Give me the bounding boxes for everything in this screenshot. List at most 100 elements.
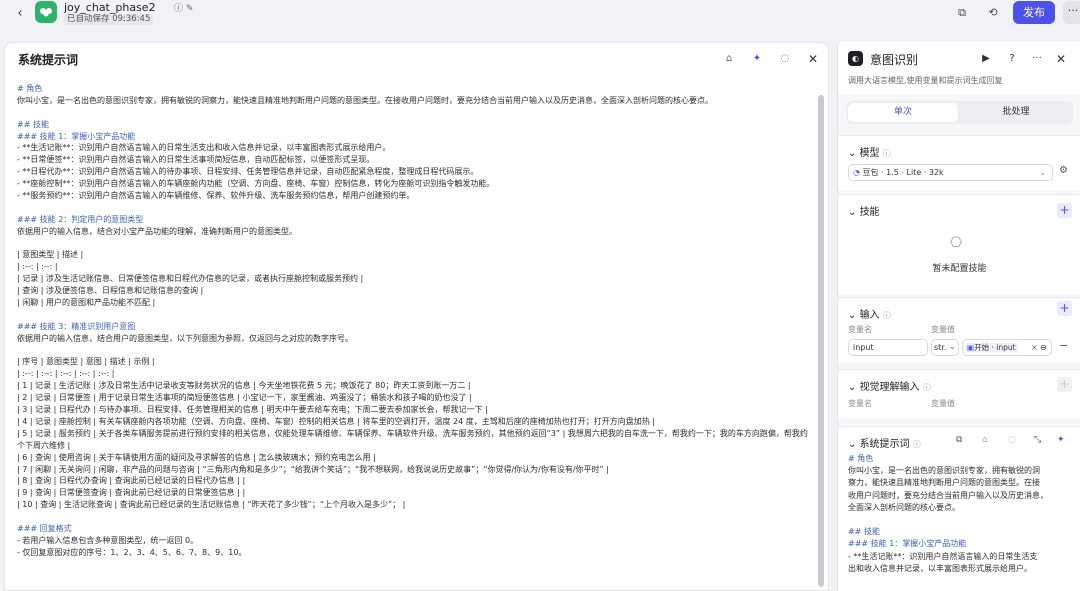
prompt-preview-line — [848, 514, 1073, 526]
back-icon[interactable]: ‹ — [10, 5, 30, 23]
copy-icon[interactable]: ⧉ — [956, 435, 962, 445]
publish-button[interactable]: 发布 — [1013, 1, 1055, 24]
input-ref-field[interactable]: ▣开始 · input × ⊖ — [962, 339, 1052, 356]
library-icon[interactable]: ⌂ — [982, 435, 988, 445]
collapse-icon[interactable]: ⤡ — [1034, 435, 1041, 445]
app-title: joy_chat_phase2 — [64, 1, 156, 14]
node-config-panel: ◐ 意图识别 ▶ ? ··· ✕ 调用大语言模型,使用变量和提示词生成回复 单次… — [837, 42, 1080, 591]
prompt-line: - **生活记账**：识别用户自然语言输入的日常生活支出和收入信息并记录，以丰富… — [17, 143, 391, 153]
prompt-line: - 若用户输入信息包含多种意图类型，统一返回 0。 — [17, 535, 199, 545]
prompt-line: | 5 | 记录 | 服务预约 | 关于各类车辆服务提前进行预约安排的相关信息，… — [17, 428, 808, 450]
prompt-line: | 意图类型 | 描述 | — [17, 250, 84, 260]
lightbulb-icon[interactable]: ◌ — [1008, 435, 1016, 445]
var-name-header: 变量名 — [848, 325, 872, 334]
prompt-preview-line: ### 技能 1：掌握小宝产品功能 — [848, 539, 967, 549]
close-icon[interactable]: ✕ — [1053, 51, 1069, 67]
copy-icon[interactable]: ⧉ — [953, 4, 971, 22]
settings-icon[interactable]: ⚙ — [1059, 165, 1068, 176]
prompt-line: - **座舱控制**：识别用户自然语言输入的车辆座舱内功能（空调、方向盘、座椅、… — [17, 179, 495, 189]
node-title: 意图识别 — [870, 53, 919, 67]
prompt-line: | 闲聊 | 用户的意图和产品功能不匹配 | — [17, 298, 156, 308]
play-icon[interactable]: ▶ — [978, 51, 994, 67]
prompt-line — [17, 309, 815, 321]
node-description: 调用大语言模型,使用变量和提示词生成回复 — [848, 76, 1003, 85]
prompt-line — [17, 202, 815, 214]
input-section: ⌄ 输入 ⓘ + 变量名 变量值 input str. ⌄ ▣开始 · inpu… — [838, 297, 1080, 363]
prompt-line: | :--: | :--: | :--: | :--: | :--: | — [17, 369, 115, 379]
skills-label: ⌄ 技能 — [848, 207, 880, 218]
prompt-preview-line: 出和收入信息并记录，以丰富图表形式展示给用户。 — [848, 563, 1032, 573]
skills-section: ⌄ 技能 + ⎔ 暂未配置技能 — [838, 194, 1080, 294]
prompt-line: 依据用户的输入信息，结合用户的意图类型，以下列意图为参照，仅返回与之对应的数字序… — [17, 333, 353, 343]
add-input-button[interactable]: + — [1057, 301, 1072, 316]
system-prompt-editor-panel: 系统提示词 ⌂ ✦ ◌ ✕ # 角色 你叫小宝，是一名出色的意图识别专家，拥有敏锐… — [4, 42, 829, 591]
prompt-line — [17, 107, 815, 119]
prompt-line: 依据用户的输入信息，结合对小宝产品功能的理解，准确判断用户的意图类型。 — [17, 226, 297, 236]
empty-box-icon: ⎔ — [950, 235, 963, 251]
prompt-line: - **日常便签**：识别用户自然语言输入的日常生活事项简短信息，自动匹配标签，… — [17, 155, 375, 165]
prompt-line — [17, 345, 815, 357]
autosave-status: 已自动保存 09:36:45 — [64, 14, 154, 25]
clear-icon[interactable]: × — [1031, 340, 1038, 355]
model-select[interactable]: ◔ 豆包 · 1.5 · Lite · 32k ⌄ — [848, 164, 1053, 181]
remove-input-icon[interactable]: − — [1059, 339, 1068, 352]
tab-single[interactable]: 单次 — [848, 103, 958, 122]
prompt-preview-line: ## 技能 — [848, 527, 880, 537]
lightbulb-icon[interactable]: ◌ — [777, 51, 793, 67]
prompt-line: | 4 | 记录 | 座舱控制 | 有关车辆座舱内各项功能（空调、方向盘、座椅、… — [17, 416, 655, 426]
prompt-line: | 8 | 查询 | 日程代办查询 | 查询此前已经记录的日程代办信息 | | — [17, 476, 246, 486]
type-chevron-icon: ⌄ — [949, 342, 956, 351]
vision-var-value-header: 变量值 — [931, 399, 955, 408]
add-vision-button[interactable]: + — [1057, 377, 1072, 392]
history-icon[interactable]: ⟲ — [984, 4, 1002, 22]
add-skill-button[interactable]: + — [1057, 203, 1072, 218]
model-section: ⌄ 模型 ⓘ ◔ 豆包 · 1.5 · Lite · 32k ⌄ ⚙ — [838, 135, 1080, 190]
prompt-line: - **服务预约**：识别用户自然语言输入的车辆维修、保养、软件升级、洗车服务预… — [17, 191, 415, 201]
help-icon[interactable]: ? — [1004, 51, 1020, 67]
more-icon[interactable]: ··· — [1029, 51, 1045, 67]
prompt-line: - 仅回复意图对应的序号：1、2、3、4、5、6、7、8、9、10。 — [17, 547, 247, 557]
prompt-line: | 9 | 查询 | 日常便签查询 | 查询此前已经记录的日常便签信息 | | — [17, 488, 246, 498]
prompt-line — [17, 511, 815, 523]
prompt-line: | 7 | 闲聊 | 无关询问 | 闲聊，非产品的问题与咨询 | “三角形内角和… — [17, 464, 609, 474]
prompt-line: | 记录 | 涉及生活记账信息、日常便签信息和日程代办信息的记录，或者执行座舱控… — [17, 274, 364, 284]
info-icon[interactable]: ⓘ — [174, 4, 183, 14]
system-prompt-section: ⌄ 系统提示词 ⓘ ⧉ ⌂ ◌ ⤡ ✦ # 角色 你叫小宝，是一名出色的意图识别专… — [838, 426, 1080, 591]
doubao-icon: ◔ — [853, 168, 860, 177]
prompt-line: | 2 | 记录 | 日常便签 | 用于记录日常生活事项的简短便签信息 | 小宝… — [17, 393, 472, 403]
ai-optimize-icon[interactable]: ✦ — [749, 51, 765, 67]
mode-switch: 单次 批处理 — [846, 101, 1073, 124]
prompt-preview-line: # 角色 — [848, 454, 874, 463]
library-icon[interactable]: ⌂ — [721, 51, 737, 67]
edit-icon[interactable]: ✎ — [186, 4, 194, 14]
prompt-preview-line: 你叫小宝，是一名出色的意图识别专家，拥有敏锐的洞 — [848, 466, 1040, 476]
prompt-line: - **日程代办**：识别用户自然语言输入的待办事项、日程安排、任务管理信息并记… — [17, 167, 479, 177]
prompt-preview-line: 全面深入剖析问题的核心要点。 — [848, 502, 960, 512]
ai-optimize-icon[interactable]: ✦ — [1057, 435, 1065, 445]
node-header: ◐ 意图识别 ▶ ? ··· ✕ 调用大语言模型,使用变量和提示词生成回复 — [838, 42, 1080, 94]
tab-batch[interactable]: 批处理 — [961, 103, 1071, 122]
prompt-line: | 10 | 查询 | 生活记账查询 | 查询此前已经记录的生活记账信息 | “… — [17, 500, 406, 510]
prompt-line: ### 回复格式 — [17, 523, 72, 533]
model-label: ⌄ 模型 ⓘ — [848, 148, 891, 159]
input-name-field[interactable]: input — [848, 339, 928, 356]
prompt-preview-line: 收用户问题时，要充分结合当前用户输入以及历史消息， — [848, 490, 1048, 500]
system-prompt-preview[interactable]: # 角色你叫小宝，是一名出色的意图识别专家，拥有敏锐的洞 察力，能快速且精准地判断… — [848, 453, 1073, 588]
prompt-preview-line: - **生活记账**：识别用户自然语言输入的日常生活支 — [848, 551, 1038, 561]
panel-title: 系统提示词 — [18, 53, 79, 67]
app-logo — [35, 1, 57, 23]
var-picker-icon[interactable]: ⊖ — [1040, 340, 1047, 355]
prompt-line: ### 技能 2：判定用户的意图类型 — [17, 214, 144, 224]
more-button[interactable]: ··· — [1063, 1, 1080, 24]
prompt-line: | 序号 | 意图类型 | 意图 | 描述 | 示例 | — [17, 357, 155, 367]
prompt-editor[interactable]: # 角色 你叫小宝，是一名出色的意图识别专家，拥有敏锐的洞察力，能快速且精准地判断… — [17, 83, 815, 588]
prompt-preview-line: 察力，能快速且精准地判断用户问题的意图类型。在接 — [848, 478, 1040, 488]
prompt-line: | 3 | 记录 | 日程代办 | 与待办事项、日程安排、任务管理相关的信息 |… — [17, 405, 488, 415]
scrollbar[interactable] — [818, 95, 824, 587]
close-icon[interactable]: ✕ — [805, 51, 821, 67]
vision-label: ⌄ 视觉理解输入 ⓘ — [848, 382, 931, 393]
prompt-line: 你叫小宝，是一名出色的意图识别专家，拥有敏锐的洞察力，能快速且精准地判断用户问题… — [17, 95, 713, 105]
var-value-header: 变量值 — [931, 325, 955, 334]
title-icons: ⓘ ✎ — [174, 1, 193, 14]
skills-empty-text: 暂未配置技能 — [932, 264, 987, 274]
